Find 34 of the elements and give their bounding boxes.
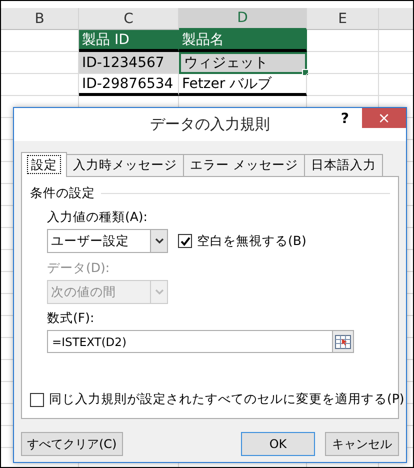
field-label: 入力値の種類(A):: [47, 209, 148, 226]
table-cell[interactable]: ウィジェット: [179, 52, 307, 74]
close-button[interactable]: ×: [362, 108, 406, 128]
table-header-cell: 製品名: [179, 30, 307, 52]
empty-cell[interactable]: [1, 74, 79, 96]
column-header[interactable]: E: [307, 8, 379, 30]
table-cell[interactable]: Fetzer バルブ: [179, 74, 307, 96]
help-button[interactable]: ?: [338, 111, 352, 127]
field-label: データ(D):: [47, 260, 110, 277]
empty-cell[interactable]: [307, 74, 379, 96]
checkbox[interactable]: [30, 392, 44, 406]
column-header[interactable]: B: [1, 8, 79, 30]
checkbox-label: 空白を無視する(B): [197, 232, 306, 250]
chevron-down-icon: [154, 238, 164, 244]
tab[interactable]: 設定: [21, 152, 67, 177]
column-header[interactable]: C: [79, 8, 179, 30]
checkbox-label: 同じ入力規則が設定されたすべてのセルに変更を適用する(P): [49, 391, 404, 408]
type-dropdown[interactable]: ユーザー設定: [47, 229, 168, 253]
chevron-down-icon: [154, 289, 164, 295]
dialog-button[interactable]: OK: [241, 432, 315, 456]
table-cell[interactable]: ID-29876534: [79, 74, 179, 96]
field-label: 数式(F):: [47, 310, 94, 327]
group-title: 条件の設定: [30, 185, 95, 202]
column-header[interactable]: [379, 8, 413, 30]
table-header-cell: 製品 ID: [79, 30, 179, 52]
table-cell[interactable]: ID-1234567: [79, 52, 179, 74]
tab[interactable]: 日本語入力: [304, 154, 383, 176]
dialog-button[interactable]: すべてクリア(C): [21, 432, 123, 456]
dialog-title: データの入力規則: [150, 115, 270, 134]
formula-field[interactable]: =ISTEXT(D2): [47, 330, 354, 353]
column-header[interactable]: D: [179, 8, 307, 30]
dialog-button[interactable]: キャンセル: [325, 432, 399, 456]
grid-arrow-icon[interactable]: [335, 334, 351, 348]
checkbox[interactable]: [178, 234, 192, 248]
